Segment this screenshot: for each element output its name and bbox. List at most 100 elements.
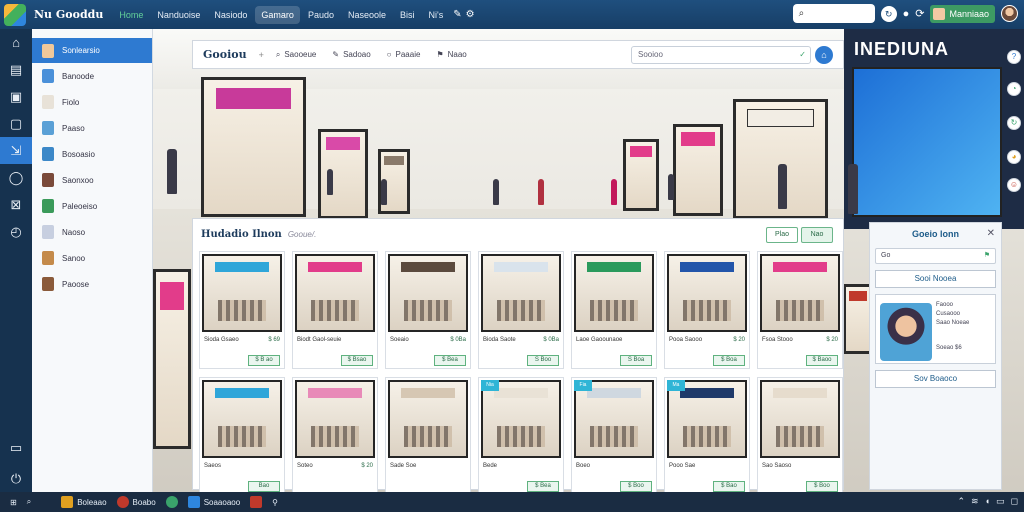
info-button[interactable]: ⌂ bbox=[815, 46, 833, 64]
sidebar-item-label: Saonxoo bbox=[62, 175, 94, 185]
product-add-button[interactable]: $ Bsao bbox=[341, 355, 373, 366]
refresh-icon[interactable]: ↻ bbox=[880, 5, 897, 22]
product-card[interactable]: Ma Pooo Sae $ Bao bbox=[664, 377, 750, 495]
shopper bbox=[493, 179, 499, 205]
sidebar-item-2[interactable]: Fiolo bbox=[32, 89, 152, 115]
sidebar-item-4[interactable]: Bosoasio bbox=[32, 141, 152, 167]
product-add-button[interactable]: S Boa bbox=[620, 355, 652, 366]
product-card[interactable]: Fia Boeo $ Boo bbox=[571, 377, 657, 495]
sidebar-item-1[interactable]: Banoode bbox=[32, 63, 152, 89]
power-icon[interactable]: ⏻ bbox=[0, 465, 32, 492]
nav-item-5[interactable]: Naseoole bbox=[342, 6, 392, 24]
settings-icon[interactable]: ⚙ bbox=[466, 9, 475, 20]
battery-icon[interactable]: ▭ bbox=[996, 496, 1005, 507]
product-card[interactable]: Pooa Saooo $ 20 $ Boa bbox=[664, 251, 750, 369]
product-card[interactable]: Bioda Saote $ 0Ba S Boo bbox=[478, 251, 564, 369]
product-add-button[interactable]: $ B ao bbox=[248, 355, 280, 366]
volume-icon[interactable]: ◖ bbox=[985, 496, 990, 507]
help-icon[interactable]: ? bbox=[1007, 50, 1021, 64]
sidebar-item-8[interactable]: Sanoo bbox=[32, 245, 152, 271]
user-icon[interactable]: ☺ bbox=[1007, 178, 1021, 192]
sidebar-item-9[interactable]: Paoose bbox=[32, 271, 152, 297]
global-search-input[interactable]: ⌕ bbox=[792, 4, 875, 23]
product-card[interactable]: Sioda Gsaeo $ 69 $ B ao bbox=[199, 251, 285, 369]
home-icon[interactable]: ⌂ bbox=[0, 29, 32, 56]
taskbar-search-icon[interactable]: ⌕ bbox=[27, 497, 31, 507]
nav-item-1[interactable]: Nanduoise bbox=[151, 6, 206, 24]
store-icon[interactable]: ▤ bbox=[0, 56, 32, 83]
taskbar-app-1[interactable]: Boabo bbox=[116, 496, 156, 508]
product-card[interactable]: Biodt Gaol-seuie $ Bsao bbox=[292, 251, 378, 369]
gallery-icon[interactable]: ▣ bbox=[0, 83, 32, 110]
start-icon[interactable]: ⊞ bbox=[10, 498, 17, 507]
product-add-button[interactable]: $ Boa bbox=[713, 355, 745, 366]
filter-tab-3[interactable]: ⚑ Naao bbox=[436, 50, 466, 59]
filter-tab-1[interactable]: ✎ Sadoao bbox=[332, 50, 370, 59]
app-logo[interactable] bbox=[4, 3, 26, 26]
taskbar-app-3[interactable] bbox=[250, 496, 263, 508]
product-card[interactable]: Fsoa Stooo $ 20 $ Baoo bbox=[757, 251, 843, 369]
nav-item-7[interactable]: Ni's bbox=[423, 6, 450, 24]
product-card[interactable]: Soeaio $ 0Ba $ Bea bbox=[385, 251, 471, 369]
product-add-button[interactable]: $ Boo bbox=[620, 481, 652, 492]
sidebar-item-3[interactable]: Paaso bbox=[32, 115, 152, 141]
product-card[interactable]: Sade Soe bbox=[385, 377, 471, 495]
globe-icon[interactable]: ◯ bbox=[0, 164, 32, 191]
filter-tab-2[interactable]: ○ Paaaie bbox=[387, 50, 421, 59]
billboard-title: INEDIUNA bbox=[854, 39, 950, 59]
right-panel-button[interactable]: Sooi Nooea bbox=[875, 270, 996, 288]
sync-icon[interactable]: ⟳ bbox=[915, 7, 924, 20]
right-panel-bottom-button[interactable]: Sov Boaoco bbox=[875, 370, 996, 388]
product-add-button[interactable]: $ Bao bbox=[713, 481, 745, 492]
wifi-icon[interactable]: ≋ bbox=[971, 496, 979, 507]
up-arrow-icon[interactable]: ⌃ bbox=[957, 496, 965, 507]
pie-icon[interactable]: ◕ bbox=[1007, 150, 1021, 164]
product-card[interactable]: Soteo $ 20 bbox=[292, 377, 378, 495]
product-price: $ 0Ba bbox=[450, 337, 466, 343]
grid-view-button[interactable]: Plao bbox=[766, 227, 798, 243]
taskbar-app-4[interactable]: ⚲ bbox=[272, 498, 278, 507]
sidebar-item-0[interactable]: Sonlearsio bbox=[32, 38, 152, 63]
list-view-button[interactable]: Nao bbox=[801, 227, 833, 243]
nav-home[interactable]: Home bbox=[113, 6, 149, 24]
avatar[interactable] bbox=[1001, 5, 1018, 22]
refresh-icon[interactable]: ↻ bbox=[1007, 116, 1021, 130]
product-card[interactable]: Saeos Bao bbox=[199, 377, 285, 495]
product-add-button[interactable]: $ Bea bbox=[527, 481, 559, 492]
product-card[interactable]: Sao Saoso $ Boo bbox=[757, 377, 843, 495]
notifications-icon[interactable]: ● bbox=[903, 8, 910, 20]
layout-icon[interactable]: ⊠ bbox=[0, 191, 32, 218]
product-card[interactable]: Nia Bede $ Bea bbox=[478, 377, 564, 495]
sidebar-item-7[interactable]: Naoso bbox=[32, 219, 152, 245]
filter-tab-0[interactable]: ⌕ Saooeue bbox=[276, 50, 317, 60]
right-panel-input[interactable]: Go ⚑ bbox=[875, 248, 996, 264]
chat-icon[interactable]: ◔ bbox=[1007, 82, 1021, 96]
nav-item-4[interactable]: Paudo bbox=[302, 6, 340, 24]
pin-icon[interactable]: ✎ bbox=[453, 9, 461, 20]
sidebar-thumb bbox=[42, 199, 54, 213]
shopper bbox=[668, 174, 674, 200]
sidebar-item-5[interactable]: Saonxoo bbox=[32, 167, 152, 193]
notification-icon[interactable]: ◻ bbox=[1011, 496, 1018, 507]
taskbar-app-2[interactable]: Soaaoaoo bbox=[187, 496, 240, 508]
product-add-button[interactable]: $ Bea bbox=[434, 355, 466, 366]
sidebar-item-6[interactable]: Paleoeiso bbox=[32, 193, 152, 219]
add-icon[interactable]: + bbox=[259, 50, 264, 60]
product-add-button[interactable]: S Boo bbox=[527, 355, 559, 366]
product-add-button[interactable]: $ Boo bbox=[806, 481, 838, 492]
box-icon[interactable]: ▢ bbox=[0, 110, 32, 137]
close-icon[interactable]: ✕ bbox=[987, 228, 995, 239]
taskbar-app-0[interactable]: Boleaao bbox=[61, 496, 107, 508]
product-card[interactable]: Laoe Gaoounaoe S Boa bbox=[571, 251, 657, 369]
nav-item-6[interactable]: Bisi bbox=[394, 6, 421, 24]
product-add-button[interactable]: $ Baoo bbox=[806, 355, 838, 366]
filter-search-input[interactable]: Sooioo ✓ bbox=[631, 46, 811, 64]
user-chip[interactable]: Manniaao bbox=[930, 4, 995, 23]
nav-item-2[interactable]: Nasiodo bbox=[208, 6, 253, 24]
taskbar-app-chrome[interactable] bbox=[165, 496, 178, 508]
nav-item-3[interactable]: Gamaro bbox=[255, 5, 300, 24]
chart-icon[interactable]: ⇲ bbox=[0, 137, 32, 164]
storage-icon[interactable]: ▭ bbox=[0, 434, 32, 461]
product-add-button[interactable]: Bao bbox=[248, 481, 280, 492]
clock-icon[interactable]: ◴ bbox=[0, 218, 32, 245]
